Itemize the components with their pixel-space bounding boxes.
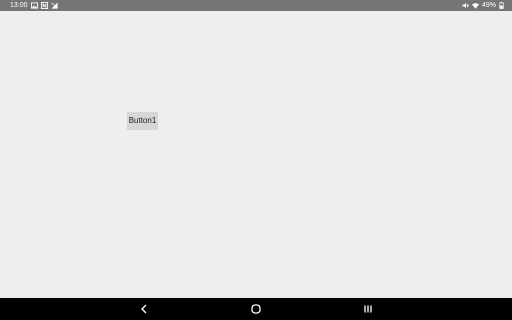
battery-icon xyxy=(499,2,504,9)
back-icon xyxy=(140,304,148,314)
status-bar: 13:00 49% xyxy=(0,0,512,11)
navigation-bar xyxy=(0,298,512,320)
content-area: Button1 xyxy=(0,11,512,298)
app-screen: 13:00 49% Button1 xyxy=(0,0,512,320)
button1[interactable]: Button1 xyxy=(127,112,158,130)
home-button[interactable] xyxy=(244,298,268,320)
recents-button[interactable] xyxy=(356,298,380,320)
status-time: 13:00 xyxy=(10,2,28,9)
wifi-icon xyxy=(471,2,479,9)
battery-percent: 49% xyxy=(481,2,496,9)
home-icon xyxy=(251,304,261,314)
back-button[interactable] xyxy=(132,298,156,320)
nfc-icon xyxy=(40,2,48,9)
image-icon xyxy=(30,2,38,9)
status-right: 49% xyxy=(462,0,504,11)
recents-icon xyxy=(363,304,373,314)
status-left: 13:00 xyxy=(10,0,58,11)
no-signal-icon xyxy=(50,2,58,9)
mute-icon xyxy=(462,2,469,9)
